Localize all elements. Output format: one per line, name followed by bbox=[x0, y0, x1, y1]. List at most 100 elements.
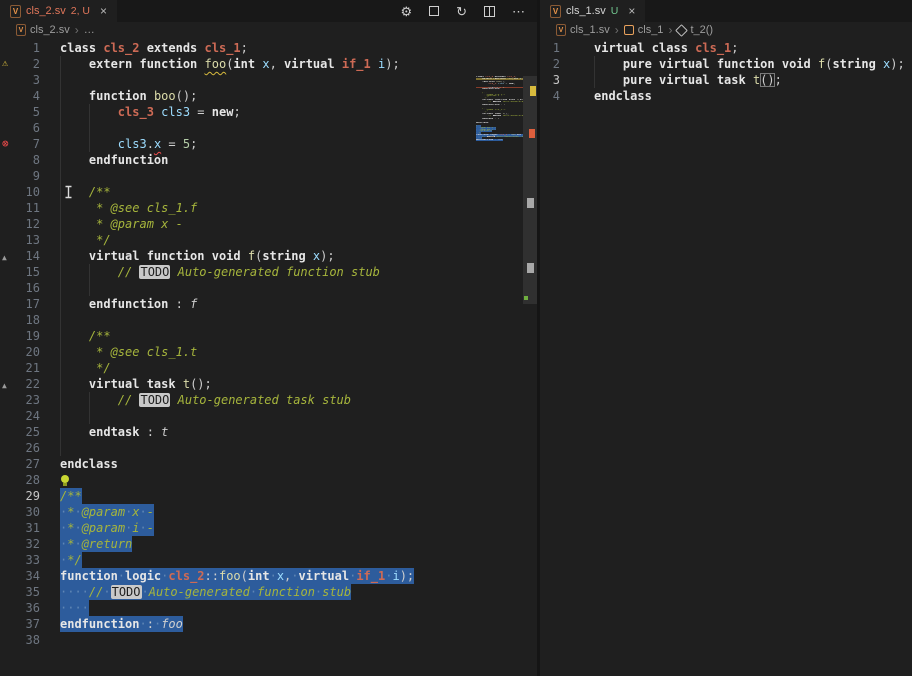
line-number[interactable]: 17 bbox=[0, 296, 40, 312]
code-line[interactable]: 21 */ bbox=[0, 360, 537, 376]
line-number[interactable]: 16 bbox=[0, 280, 40, 296]
sync-icon[interactable]: ↻ bbox=[456, 5, 467, 18]
line-number[interactable]: 25 bbox=[0, 424, 40, 440]
lightbulb-icon[interactable] bbox=[61, 475, 69, 483]
breadcrumb-item[interactable]: … bbox=[84, 24, 95, 36]
code-line[interactable]: 2⚠ extern function foo(int x, virtual if… bbox=[0, 56, 537, 72]
code-line[interactable]: 13 */ bbox=[0, 232, 537, 248]
scrollbar[interactable] bbox=[523, 76, 537, 676]
code-line[interactable]: 2 pure virtual function void f(string x)… bbox=[540, 56, 912, 72]
code-line[interactable]: 33·*/ bbox=[0, 552, 537, 568]
line-number[interactable]: 19 bbox=[0, 328, 40, 344]
code-line[interactable]: 16 bbox=[0, 280, 537, 296]
breadcrumb-item[interactable]: t_2() bbox=[677, 24, 713, 36]
line-number[interactable]: 11 bbox=[0, 200, 40, 216]
line-number[interactable]: 1 bbox=[540, 40, 560, 56]
line-number[interactable]: 10 bbox=[0, 184, 40, 200]
code-line[interactable]: 38 bbox=[0, 632, 537, 648]
code-line[interactable]: 12 * @param x - bbox=[0, 216, 537, 232]
split-editor-icon[interactable] bbox=[484, 6, 495, 17]
code-line[interactable]: 37endfunction·:·foo bbox=[0, 616, 537, 632]
close-icon[interactable]: × bbox=[628, 4, 635, 18]
line-number[interactable]: 30 bbox=[0, 504, 40, 520]
line-number[interactable]: 37 bbox=[0, 616, 40, 632]
breadcrumb-item[interactable]: cls_1 bbox=[624, 24, 664, 36]
code-line[interactable]: 31·*·@param·i·- bbox=[0, 520, 537, 536]
code-line[interactable]: 36···· bbox=[0, 600, 537, 616]
code-line[interactable]: 28 bbox=[0, 472, 537, 488]
line-number[interactable]: 12 bbox=[0, 216, 40, 232]
line-number[interactable]: 35 bbox=[0, 584, 40, 600]
code-line[interactable]: 30·*·@param·x·- bbox=[0, 504, 537, 520]
tab-cls2sv[interactable]: V cls_2.sv 2, U × bbox=[0, 0, 117, 22]
line-number[interactable]: 29 bbox=[0, 488, 40, 504]
code-line[interactable]: 3 bbox=[0, 72, 537, 88]
line-number[interactable]: 2 bbox=[540, 56, 560, 72]
line-number[interactable]: 26 bbox=[0, 440, 40, 456]
line-number[interactable]: 28 bbox=[0, 472, 40, 488]
code-line[interactable]: 32·*·@return bbox=[0, 536, 537, 552]
code-line[interactable]: 11 * @see cls_1.f bbox=[0, 200, 537, 216]
code-line[interactable]: 14▲ virtual function void f(string x); bbox=[0, 248, 537, 264]
code-line[interactable]: 15 // TODO Auto-generated function stub bbox=[0, 264, 537, 280]
line-number[interactable]: 3 bbox=[0, 72, 40, 88]
tab-cls1sv[interactable]: V cls_1.sv U × bbox=[540, 0, 645, 22]
breadcrumb-separator: › bbox=[75, 23, 79, 37]
line-number[interactable]: 21 bbox=[0, 360, 40, 376]
code-line[interactable]: 29/** bbox=[0, 488, 537, 504]
line-number[interactable]: 34 bbox=[0, 568, 40, 584]
code-line[interactable]: 19 /** bbox=[0, 328, 537, 344]
line-number[interactable]: 23 bbox=[0, 392, 40, 408]
minimap[interactable]: class cls_2 extends cls_1; extern functi… bbox=[476, 76, 523, 143]
code-line[interactable]: 17 endfunction : f bbox=[0, 296, 537, 312]
line-number[interactable]: 33 bbox=[0, 552, 40, 568]
code-line[interactable]: 26 bbox=[0, 440, 537, 456]
code-line[interactable]: 35····//·TODO·Auto-generated·function·st… bbox=[0, 584, 537, 600]
code-line[interactable]: 34function·logic·cls_2::foo(int·x,·virtu… bbox=[0, 568, 537, 584]
breadcrumb-item[interactable]: Vcls_1.sv bbox=[556, 24, 610, 36]
ruler-mark-error bbox=[529, 129, 535, 138]
code-line[interactable]: 1 virtual class cls_1; bbox=[540, 40, 912, 56]
line-number[interactable]: 32 bbox=[0, 536, 40, 552]
code-line[interactable]: 18 bbox=[0, 312, 537, 328]
code-line[interactable]: 3 pure virtual task t(); bbox=[540, 72, 912, 88]
line-number[interactable]: 20 bbox=[0, 344, 40, 360]
line-number[interactable]: 5 bbox=[0, 104, 40, 120]
code-line[interactable]: 9 bbox=[0, 168, 537, 184]
code-line[interactable]: 5 cls_3 cls3 = new; bbox=[0, 104, 537, 120]
line-number[interactable]: 38 bbox=[0, 632, 40, 648]
line-number[interactable]: 3 bbox=[540, 72, 560, 88]
line-number[interactable]: 9 bbox=[0, 168, 40, 184]
breadcrumb-item[interactable]: Vcls_2.sv bbox=[16, 24, 70, 36]
code-line[interactable]: 7⊗ cls3.x = 5; bbox=[0, 136, 537, 152]
code-line[interactable]: 4endclass bbox=[540, 88, 912, 104]
code-line[interactable]: 23 // TODO Auto-generated task stub bbox=[0, 392, 537, 408]
line-number[interactable]: 8 bbox=[0, 152, 40, 168]
line-number[interactable]: 24 bbox=[0, 408, 40, 424]
line-number[interactable]: 31 bbox=[0, 520, 40, 536]
code-line[interactable]: 1class cls_2 extends cls_1; bbox=[0, 40, 537, 56]
more-actions-icon[interactable]: ⋯ bbox=[512, 5, 525, 18]
line-number[interactable]: 1 bbox=[0, 40, 40, 56]
code-line[interactable]: 27endclass bbox=[0, 456, 537, 472]
line-number[interactable]: 13 bbox=[0, 232, 40, 248]
settings-gear-icon[interactable]: ⚙ bbox=[400, 5, 412, 18]
code-line[interactable]: 4 function boo(); bbox=[0, 88, 537, 104]
close-icon[interactable]: × bbox=[100, 4, 107, 18]
code-line[interactable]: 24 bbox=[0, 408, 537, 424]
line-number[interactable]: 4 bbox=[0, 88, 40, 104]
code-line[interactable]: 22▲ virtual task t(); bbox=[0, 376, 537, 392]
code-line[interactable]: 8 endfunction bbox=[0, 152, 537, 168]
code-line[interactable]: 10 /** bbox=[0, 184, 537, 200]
line-number[interactable]: 18 bbox=[0, 312, 40, 328]
code-line[interactable]: 25 endtask : t bbox=[0, 424, 537, 440]
line-number[interactable]: 6 bbox=[0, 120, 40, 136]
line-number[interactable]: 15 bbox=[0, 264, 40, 280]
square-icon[interactable] bbox=[429, 6, 439, 16]
line-number[interactable]: 27 bbox=[0, 456, 40, 472]
code-line[interactable]: 20 * @see cls_1.t bbox=[0, 344, 537, 360]
code-line[interactable]: 6 bbox=[0, 120, 537, 136]
code-text: virtual class cls_1; bbox=[594, 40, 739, 56]
line-number[interactable]: 4 bbox=[540, 88, 560, 104]
line-number[interactable]: 36 bbox=[0, 600, 40, 616]
